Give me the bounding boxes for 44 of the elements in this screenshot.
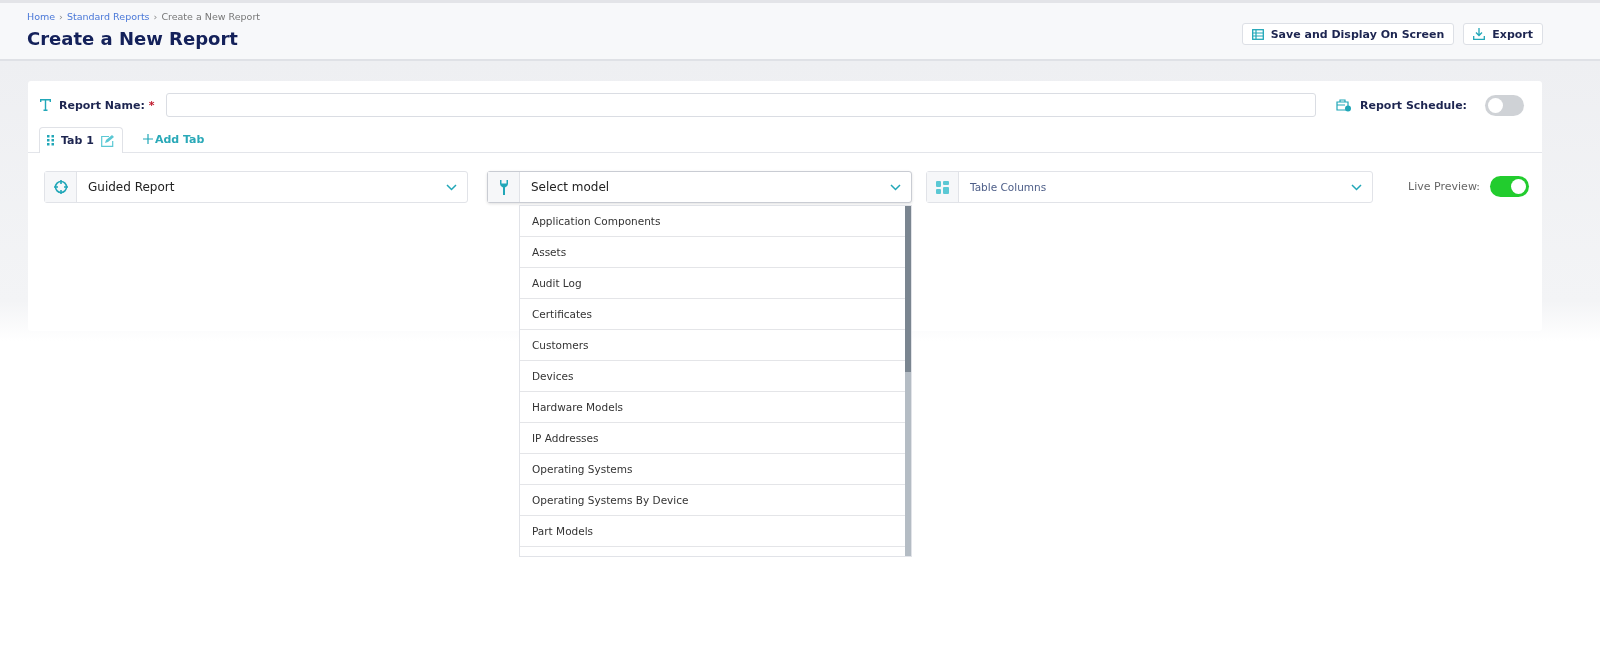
tab-label: Tab 1 <box>61 134 94 147</box>
crosshair-icon <box>53 180 68 194</box>
wrench-icon <box>498 179 509 195</box>
layout-icon <box>936 180 949 194</box>
scrollbar[interactable] <box>905 206 911 556</box>
model-option[interactable]: Part Models <box>520 516 905 547</box>
model-option[interactable]: Operating Systems <box>520 454 905 485</box>
model-option[interactable]: Application Components <box>520 206 905 237</box>
edit-icon <box>100 134 115 147</box>
report-schedule-label: Report Schedule: <box>1360 98 1467 112</box>
breadcrumb-separator: › <box>153 11 158 22</box>
page-title: Create a New Report <box>27 28 239 49</box>
text-icon <box>40 99 51 111</box>
breadcrumb-separator: › <box>59 11 63 22</box>
report-tab[interactable]: Tab 1 <box>39 127 123 153</box>
model-option[interactable]: Hardware Models <box>520 392 905 423</box>
model-option[interactable]: IP Addresses <box>520 423 905 454</box>
breadcrumb-link[interactable]: Home <box>27 11 56 22</box>
select-dropdown[interactable]: Guided Report <box>44 171 468 203</box>
breadcrumb-current: Create a New Report <box>161 11 261 22</box>
report-name-input[interactable] <box>166 93 1317 117</box>
chevron-down-icon <box>890 183 901 191</box>
select-dropdown[interactable]: Select model <box>487 171 912 203</box>
report-schedule-toggle[interactable] <box>1485 94 1524 116</box>
briefcase-clock-icon <box>1336 98 1353 112</box>
export-button[interactable]: Export <box>1463 23 1543 45</box>
model-option[interactable]: Customers <box>520 330 905 361</box>
breadcrumb-link[interactable]: Standard Reports <box>66 11 150 22</box>
model-option[interactable]: Audit Log <box>520 268 905 299</box>
report-name-label: Report Name: * <box>59 98 155 112</box>
save-display-button[interactable]: Save and Display On Screen <box>1241 23 1455 45</box>
model-option[interactable]: Operating Systems By Device <box>520 485 905 516</box>
download-icon <box>1473 28 1486 40</box>
live-preview-toggle[interactable] <box>1490 176 1529 197</box>
plus-icon <box>142 134 153 144</box>
model-option[interactable]: Assets <box>520 237 905 268</box>
select-dropdown[interactable]: Table Columns <box>926 171 1373 203</box>
chevron-down-icon <box>1351 183 1362 191</box>
live-preview-label: Live Preview: <box>1408 180 1480 193</box>
drag-handle-icon <box>47 135 54 146</box>
model-option[interactable]: Certificates <box>520 299 905 330</box>
table-icon <box>1251 28 1264 40</box>
model-option[interactable]: Devices <box>520 361 905 392</box>
chevron-down-icon <box>446 183 457 191</box>
